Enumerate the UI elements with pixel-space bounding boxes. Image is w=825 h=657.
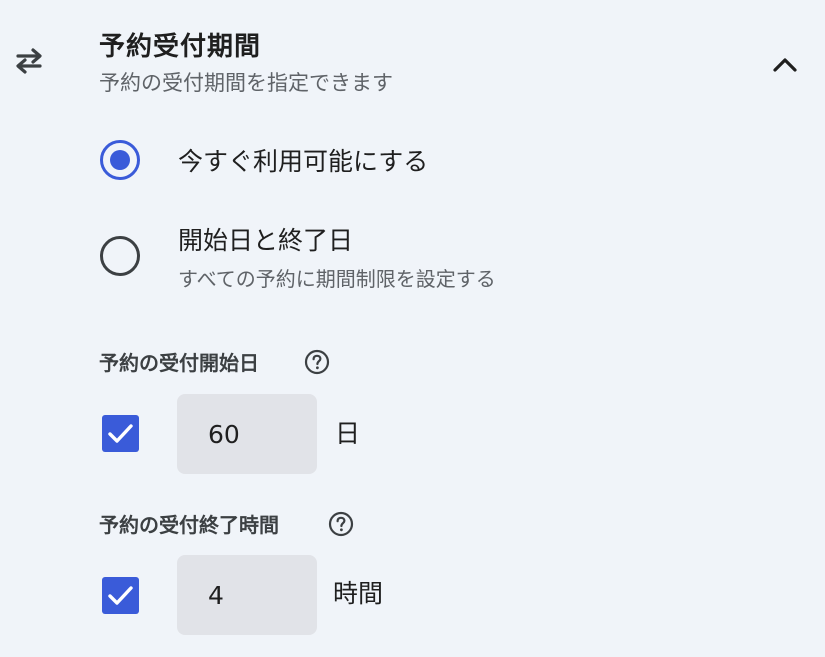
radio-available-now-label[interactable]: 今すぐ利用可能にする bbox=[178, 142, 428, 178]
swap-horiz-icon bbox=[16, 48, 42, 74]
radio-start-end-date-description: すべての予約に期間制限を設定する bbox=[178, 267, 496, 291]
check-icon bbox=[108, 424, 133, 443]
check-icon bbox=[108, 586, 133, 605]
booking-end-unit: 時間 bbox=[333, 579, 384, 608]
booking-start-label: 予約の受付開始日 bbox=[99, 351, 259, 375]
radio-start-end-date-label[interactable]: 開始日と終了日 bbox=[178, 221, 353, 257]
booking-start-input[interactable] bbox=[177, 394, 317, 474]
booking-end-label: 予約の受付終了時間 bbox=[99, 513, 279, 537]
help-circle-icon[interactable] bbox=[304, 349, 330, 375]
radio-available-now[interactable] bbox=[100, 140, 140, 180]
chevron-up-icon[interactable] bbox=[770, 50, 800, 80]
section-header-booking-window[interactable]: 予約受付期間 予約の受付期間を指定できます bbox=[0, 0, 825, 110]
booking-end-checkbox[interactable] bbox=[102, 577, 139, 614]
booking-start-unit: 日 bbox=[335, 419, 361, 448]
booking-start-checkbox[interactable] bbox=[102, 415, 139, 452]
section-title: 予約受付期間 bbox=[99, 32, 262, 62]
help-circle-icon[interactable] bbox=[328, 511, 354, 537]
booking-end-input[interactable] bbox=[177, 555, 317, 635]
section-subtitle: 予約の受付期間を指定できます bbox=[99, 71, 393, 95]
radio-start-end-date[interactable] bbox=[100, 236, 140, 276]
